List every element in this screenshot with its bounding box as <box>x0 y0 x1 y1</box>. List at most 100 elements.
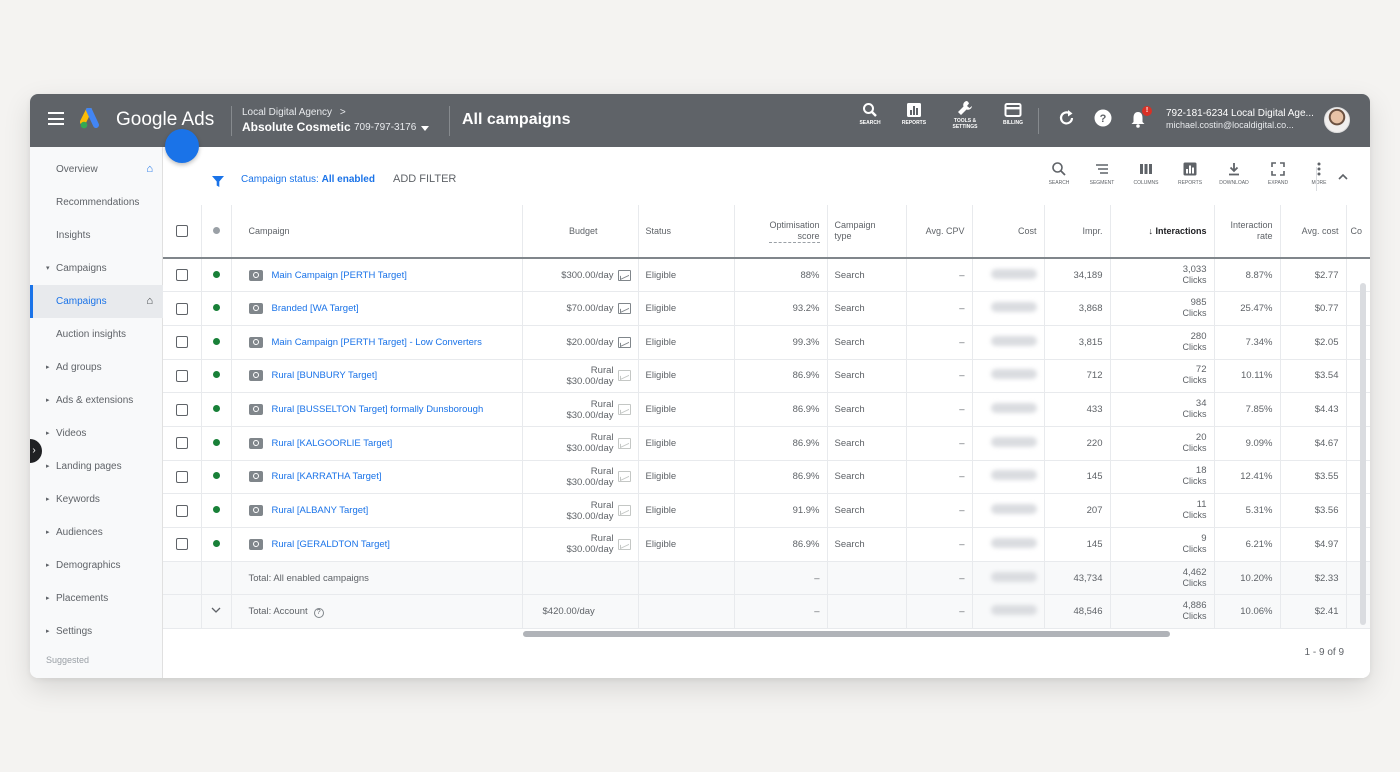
user-account-line[interactable]: 792-181-6234 Local Digital Age... <box>1166 108 1314 119</box>
shared-budget-name[interactable]: Rural <box>591 432 614 443</box>
row-checkbox[interactable] <box>175 403 188 416</box>
sidebar-item-demographics[interactable]: ▸ Demographics <box>30 549 163 582</box>
table-row[interactable]: Branded [WA Target] $70.00/day Eligible … <box>163 291 1370 326</box>
account-dropdown-icon[interactable] <box>421 126 429 131</box>
budget-chart-icon[interactable] <box>617 269 631 281</box>
account-parent[interactable]: Local Digital Agency > <box>242 107 346 118</box>
campaign-link[interactable]: Branded [WA Target] <box>272 303 359 314</box>
campaign-link[interactable]: Rural [GERALDTON Target] <box>272 539 390 550</box>
add-filter-button[interactable]: ADD FILTER <box>393 173 456 185</box>
billing-tool-button[interactable]: BILLING <box>990 102 1036 126</box>
table-row[interactable]: Rural [BUNBURY Target] Rural $30.00/day E… <box>163 359 1370 394</box>
user-email[interactable]: michael.costin@localdigital.co... <box>1166 120 1294 130</box>
filter-icon[interactable] <box>211 174 225 188</box>
row-checkbox[interactable] <box>175 369 188 382</box>
table-row[interactable]: Rural [BUSSELTON Target] formally Dunsbo… <box>163 392 1370 427</box>
row-checkbox[interactable] <box>175 302 188 315</box>
download-button[interactable]: DOWNLOAD <box>1212 161 1256 186</box>
row-checkbox[interactable] <box>175 470 188 483</box>
budget-chart-icon[interactable] <box>617 471 631 483</box>
budget-chart-icon[interactable] <box>617 303 631 315</box>
budget-chart-icon[interactable] <box>617 437 631 449</box>
table-reports-button[interactable]: REPORTS <box>1168 161 1212 186</box>
help-icon[interactable]: ? <box>313 607 324 618</box>
sidebar-item-auction-insights[interactable]: Auction insights <box>30 318 163 351</box>
optimisation-score-cell[interactable]: 86.9% <box>734 359 828 394</box>
row-checkbox[interactable] <box>175 336 188 349</box>
row-checkbox[interactable] <box>175 504 188 517</box>
avg-cost-column-header[interactable]: Avg. cost <box>1280 205 1347 259</box>
budget-chart-icon[interactable] <box>617 538 631 550</box>
optimisation-score-cell[interactable]: 93.2% <box>734 291 828 326</box>
row-checkbox[interactable] <box>175 437 188 450</box>
optimisation-score-cell[interactable]: 86.9% <box>734 426 828 461</box>
interaction-rate-column-header[interactable]: Interaction rate <box>1214 205 1281 259</box>
optimisation-score-cell[interactable]: 86.9% <box>734 460 828 495</box>
optimisation-score-cell[interactable]: 91.9% <box>734 493 828 528</box>
optimisation-score-cell[interactable]: 99.3% <box>734 325 828 360</box>
optimisation-score-cell[interactable]: 88% <box>734 258 828 293</box>
shared-budget-name[interactable]: Rural <box>591 533 614 544</box>
help-icon[interactable]: ? <box>1094 109 1112 127</box>
tools-settings-button[interactable]: TOOLS & SETTINGS <box>942 99 988 130</box>
campaign-link[interactable]: Rural [KARRATHA Target] <box>272 471 382 482</box>
segment-button[interactable]: SEGMENT <box>1080 161 1124 186</box>
conversions-column-header[interactable]: Co <box>1346 205 1370 259</box>
table-row[interactable]: Main Campaign [PERTH Target] - Low Conve… <box>163 325 1370 360</box>
campaign-link[interactable]: Main Campaign [PERTH Target] - Low Conve… <box>272 337 482 348</box>
interactions-column-header[interactable]: ↓ Interactions <box>1110 205 1215 259</box>
shared-budget-name[interactable]: Rural <box>591 466 614 477</box>
sidebar-section-campaigns[interactable]: ▾ Campaigns <box>30 252 163 285</box>
avatar[interactable] <box>1324 107 1350 133</box>
optimisation-score-cell[interactable]: 86.9% <box>734 527 828 562</box>
campaign-link[interactable]: Rural [BUSSELTON Target] formally Dunsbo… <box>272 404 484 415</box>
optimisation-score-cell[interactable]: 86.9% <box>734 392 828 427</box>
campaign-link[interactable]: Main Campaign [PERTH Target] <box>272 270 407 281</box>
vertical-scrollbar[interactable] <box>1360 283 1366 625</box>
refresh-icon[interactable] <box>1059 109 1075 127</box>
optimisation-score-column-header[interactable]: Optimisation score <box>734 205 828 259</box>
budget-chart-icon[interactable] <box>617 505 631 517</box>
campaign-type-column-header[interactable]: Campaign type <box>827 205 907 259</box>
sidebar-item-videos[interactable]: ▸ Videos <box>30 417 163 450</box>
table-row[interactable]: Rural [ALBANY Target] Rural $30.00/day El… <box>163 493 1370 528</box>
avg-cpv-column-header[interactable]: Avg. CPV <box>906 205 973 259</box>
row-checkbox[interactable] <box>175 269 188 282</box>
table-search-button[interactable]: SEARCH <box>1037 161 1081 186</box>
columns-button[interactable]: COLUMNS <box>1124 161 1168 186</box>
campaign-link[interactable]: Rural [BUNBURY Target] <box>272 370 378 381</box>
expand-button[interactable]: EXPAND <box>1256 161 1300 186</box>
budget-chart-icon[interactable] <box>617 336 631 348</box>
sidebar-item-settings[interactable]: ▸ Settings <box>30 615 163 648</box>
impr-column-header[interactable]: Impr. <box>1044 205 1111 259</box>
sidebar-item-recommendations[interactable]: Recommendations <box>30 186 163 219</box>
search-tool-button[interactable]: SEARCH <box>847 102 893 126</box>
sidebar-item-insights[interactable]: Insights <box>30 219 163 252</box>
reports-tool-button[interactable]: REPORTS <box>891 102 937 126</box>
horizontal-scrollbar[interactable] <box>523 631 1170 637</box>
chevron-down-icon[interactable] <box>211 606 221 614</box>
more-button[interactable]: MORE <box>1297 161 1341 186</box>
table-row[interactable]: Main Campaign [PERTH Target] $300.00/day… <box>163 258 1370 293</box>
select-all-checkbox[interactable] <box>175 225 188 237</box>
campaign-status-filter-chip[interactable]: Campaign status: All enabled <box>241 174 375 185</box>
budget-column-header[interactable]: Budget <box>522 205 639 259</box>
budget-chart-icon[interactable] <box>617 370 631 382</box>
sidebar-item-keywords[interactable]: ▸ Keywords <box>30 483 163 516</box>
table-row[interactable]: Rural [KALGOORLIE Target] Rural $30.00/da… <box>163 426 1370 461</box>
sidebar-item-campaigns[interactable]: Campaigns ⌂ <box>30 285 163 318</box>
cost-column-header[interactable]: Cost <box>972 205 1045 259</box>
shared-budget-name[interactable]: Rural <box>591 365 614 376</box>
sidebar-item-placements[interactable]: ▸ Placements <box>30 582 163 615</box>
sidebar-item-ads-extensions[interactable]: ▸ Ads & extensions <box>30 384 163 417</box>
campaign-link[interactable]: Rural [KALGOORLIE Target] <box>272 438 393 449</box>
table-row[interactable]: Rural [GERALDTON Target] Rural $30.00/day… <box>163 527 1370 562</box>
sidebar-item-overview[interactable]: Overview ⌂ <box>30 153 163 186</box>
status-column-header[interactable]: Status <box>638 205 735 259</box>
sidebar-item-landing-pages[interactable]: ▸ Landing pages <box>30 450 163 483</box>
shared-budget-name[interactable]: Rural <box>591 399 614 410</box>
chevron-up-icon[interactable] <box>1337 171 1349 183</box>
row-checkbox[interactable] <box>175 538 188 551</box>
table-row[interactable]: Rural [KARRATHA Target] Rural $30.00/day … <box>163 460 1370 495</box>
sidebar-item-audiences[interactable]: ▸ Audiences <box>30 516 163 549</box>
